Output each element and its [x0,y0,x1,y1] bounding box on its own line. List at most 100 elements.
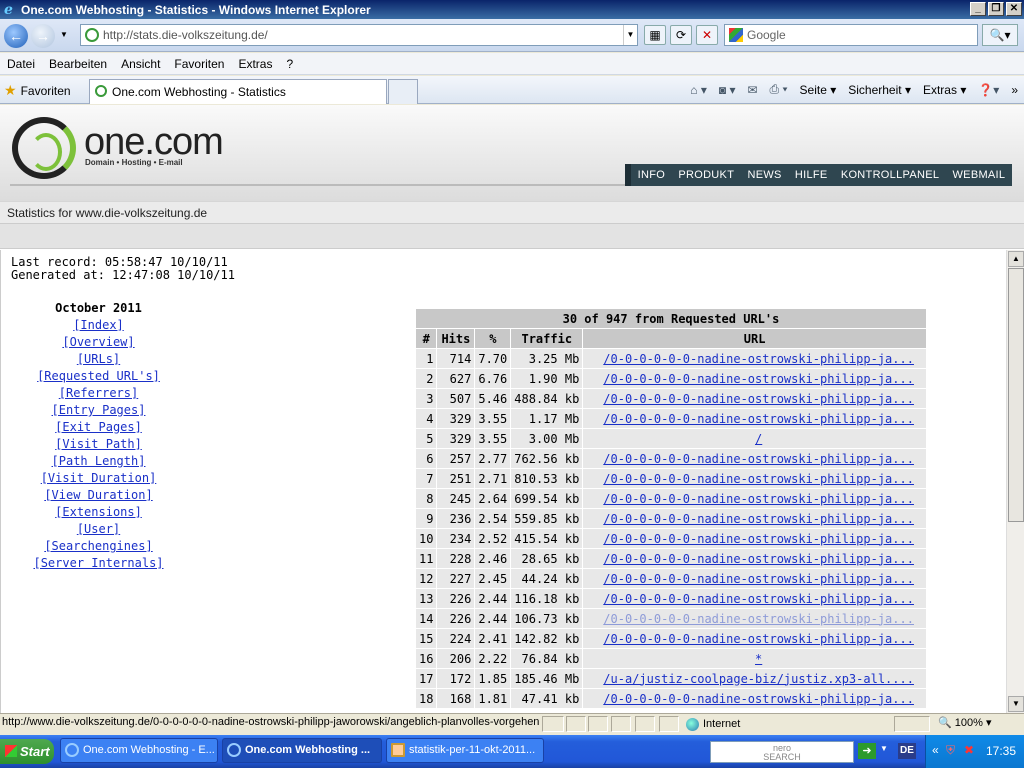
url-link[interactable]: /0-0-0-0-0-0-nadine-ostrowski-philipp-ja… [603,552,914,566]
nero-dropdown-icon[interactable]: ▼ [880,744,888,753]
refresh-icon[interactable]: ⟳ [670,25,692,45]
go-arrow-icon[interactable]: ➜ [858,743,876,759]
status-panel [542,716,564,732]
url-link[interactable]: /0-0-0-0-0-0-nadine-ostrowski-philipp-ja… [603,492,914,506]
url-link[interactable]: /0-0-0-0-0-0-nadine-ostrowski-philipp-ja… [603,512,914,526]
url-link[interactable]: /0-0-0-0-0-0-nadine-ostrowski-philipp-ja… [603,472,914,486]
task-ie-2[interactable]: One.com Webhosting ... [222,738,382,763]
scroll-up-icon[interactable]: ▲ [1008,251,1024,267]
start-button[interactable]: Start [0,739,54,764]
compatibility-icon[interactable]: ▦ [644,25,666,45]
menu-datei[interactable]: Datei [0,57,42,71]
url-link[interactable]: /0-0-0-0-0-0-nadine-ostrowski-philipp-ja… [603,692,914,706]
scroll-thumb[interactable] [1008,268,1024,522]
home-icon[interactable]: ⌂ ▾ [690,83,707,97]
address-dropdown-icon[interactable]: ▼ [623,25,637,45]
url-link[interactable]: /0-0-0-0-0-0-nadine-ostrowski-philipp-ja… [603,392,914,406]
minimize-button[interactable]: _ [970,2,986,16]
url-link[interactable]: /0-0-0-0-0-0-nadine-ostrowski-philipp-ja… [603,632,914,646]
nero-search-input[interactable]: nero SEARCH [710,741,854,763]
back-button[interactable]: ← [4,24,28,48]
window-titlebar: e One.com Webhosting - Statistics - Wind… [0,0,1024,19]
window-title: One.com Webhosting - Statistics - Window… [21,2,371,17]
url-link[interactable]: /0-0-0-0-0-0-nadine-ostrowski-philipp-ja… [603,352,914,366]
link-overview[interactable]: [Overview] [31,334,166,351]
link-requested-urls[interactable]: [Requested URL's] [31,368,166,385]
cmd-seite[interactable]: Seite ▾ [800,83,837,97]
url-link[interactable]: /0-0-0-0-0-0-nadine-ostrowski-philipp-ja… [603,412,914,426]
help-icon[interactable]: ❓▾ [978,83,999,97]
link-referrers[interactable]: [Referrers] [31,385,166,402]
vertical-scrollbar[interactable]: ▲ ▼ [1006,250,1024,713]
link-visit-duration[interactable]: [Visit Duration] [31,470,166,487]
tab-active[interactable]: One.com Webhosting - Statistics [89,79,387,104]
maximize-button[interactable]: ❐ [988,2,1004,16]
scroll-down-icon[interactable]: ▼ [1008,696,1024,712]
nav-produkt[interactable]: PRODUKT [678,169,734,181]
zoom-control[interactable]: 🔍 100% ▾ [938,716,991,730]
link-user[interactable]: [User] [31,521,166,538]
forward-button[interactable]: → [31,24,55,48]
shield-icon[interactable]: ⛨ [946,743,955,758]
link-entry-pages[interactable]: [Entry Pages] [31,402,166,419]
close-button[interactable]: ✕ [1006,2,1022,16]
protected-mode-icon[interactable] [894,716,930,732]
history-dropdown-icon[interactable]: ▼ [60,30,68,39]
url-link[interactable]: /0-0-0-0-0-0-nadine-ostrowski-philipp-ja… [603,372,914,386]
new-tab-button[interactable] [388,79,418,104]
stop-icon[interactable]: ✕ [696,25,718,45]
link-visit-path[interactable]: [Visit Path] [31,436,166,453]
col-percent: % [475,329,511,348]
stats-frame: Last record: 05:58:47 10/10/11 Generated… [0,250,1006,713]
antivirus-icon[interactable]: ✖ [964,743,974,757]
link-searchengines[interactable]: [Searchengines] [31,538,166,555]
cmd-extras[interactable]: Extras ▾ [923,83,966,97]
task-ie-1[interactable]: One.com Webhosting - E... [60,738,218,763]
search-input[interactable]: Google [724,24,978,46]
menu-favoriten[interactable]: Favoriten [167,57,231,71]
link-urls[interactable]: [URLs] [31,351,166,368]
favorites-button[interactable]: ★ Favoriten [4,82,71,99]
traffic-cell: 185.46 Mb [511,669,583,688]
url-link[interactable]: /0-0-0-0-0-0-nadine-ostrowski-philipp-ja… [603,572,914,586]
percent-cell: 2.45 [475,569,511,588]
cmd-sicherheit[interactable]: Sicherheit ▾ [848,83,911,97]
star-icon: ★ [4,82,17,98]
url-link[interactable]: /u-a/justiz-coolpage-biz/justiz.xp3-all.… [603,672,914,686]
security-zone: Internet [686,716,740,732]
menu-bearbeiten[interactable]: Bearbeiten [42,57,114,71]
url-cell: /0-0-0-0-0-0-nadine-ostrowski-philipp-ja… [583,549,926,568]
menu-extras[interactable]: Extras [231,57,279,71]
address-input[interactable]: http://stats.die-volkszeitung.de/ ▼ [80,24,638,46]
url-link[interactable]: * [755,652,762,666]
chevron-right-icon[interactable]: » [1011,83,1018,97]
nav-kontrollpanel[interactable]: KONTROLLPANEL [841,169,939,181]
link-server-internals[interactable]: [Server Internals] [31,555,166,572]
menu-help[interactable]: ? [279,57,300,71]
mail-icon[interactable]: ✉ [747,83,757,97]
link-view-duration[interactable]: [View Duration] [31,487,166,504]
nav-news[interactable]: NEWS [747,169,781,181]
url-link[interactable]: /0-0-0-0-0-0-nadine-ostrowski-philipp-ja… [603,452,914,466]
url-link[interactable]: /0-0-0-0-0-0-nadine-ostrowski-philipp-ja… [603,532,914,546]
url-link[interactable]: /0-0-0-0-0-0-nadine-ostrowski-philipp-ja… [603,612,914,626]
link-exit-pages[interactable]: [Exit Pages] [31,419,166,436]
language-indicator[interactable]: DE [898,743,916,759]
print-icon[interactable]: ⎙ ▾ [770,82,788,97]
search-button[interactable]: 🔍▾ [982,24,1018,46]
nav-hilfe[interactable]: HILFE [795,169,828,181]
popup-blocker-icon[interactable] [611,716,631,732]
window-controls: _ ❐ ✕ [970,2,1022,16]
url-link[interactable]: /0-0-0-0-0-0-nadine-ostrowski-philipp-ja… [603,592,914,606]
link-path-length[interactable]: [Path Length] [31,453,166,470]
tray-expand-icon[interactable]: « [932,743,939,757]
feeds-icon[interactable]: ◙ ▾ [719,83,736,97]
menu-ansicht[interactable]: Ansicht [114,57,167,71]
link-extensions[interactable]: [Extensions] [31,504,166,521]
url-link[interactable]: / [755,432,762,446]
nav-info[interactable]: INFO [638,169,665,181]
link-index[interactable]: [Index] [31,317,166,334]
task-document[interactable]: statistik-per-11-okt-2011... [386,738,544,763]
rank-cell: 18 [416,689,437,708]
nav-webmail[interactable]: WEBMAIL [953,169,1006,181]
